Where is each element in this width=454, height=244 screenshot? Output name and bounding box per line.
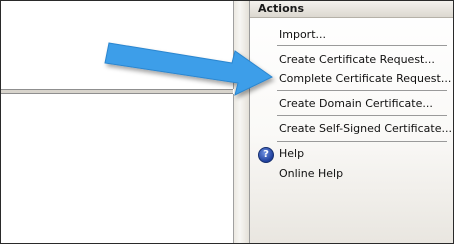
window-frame: Actions Import... Create Certificate Req… (0, 0, 454, 244)
pointer-arrow-icon (104, 42, 273, 96)
